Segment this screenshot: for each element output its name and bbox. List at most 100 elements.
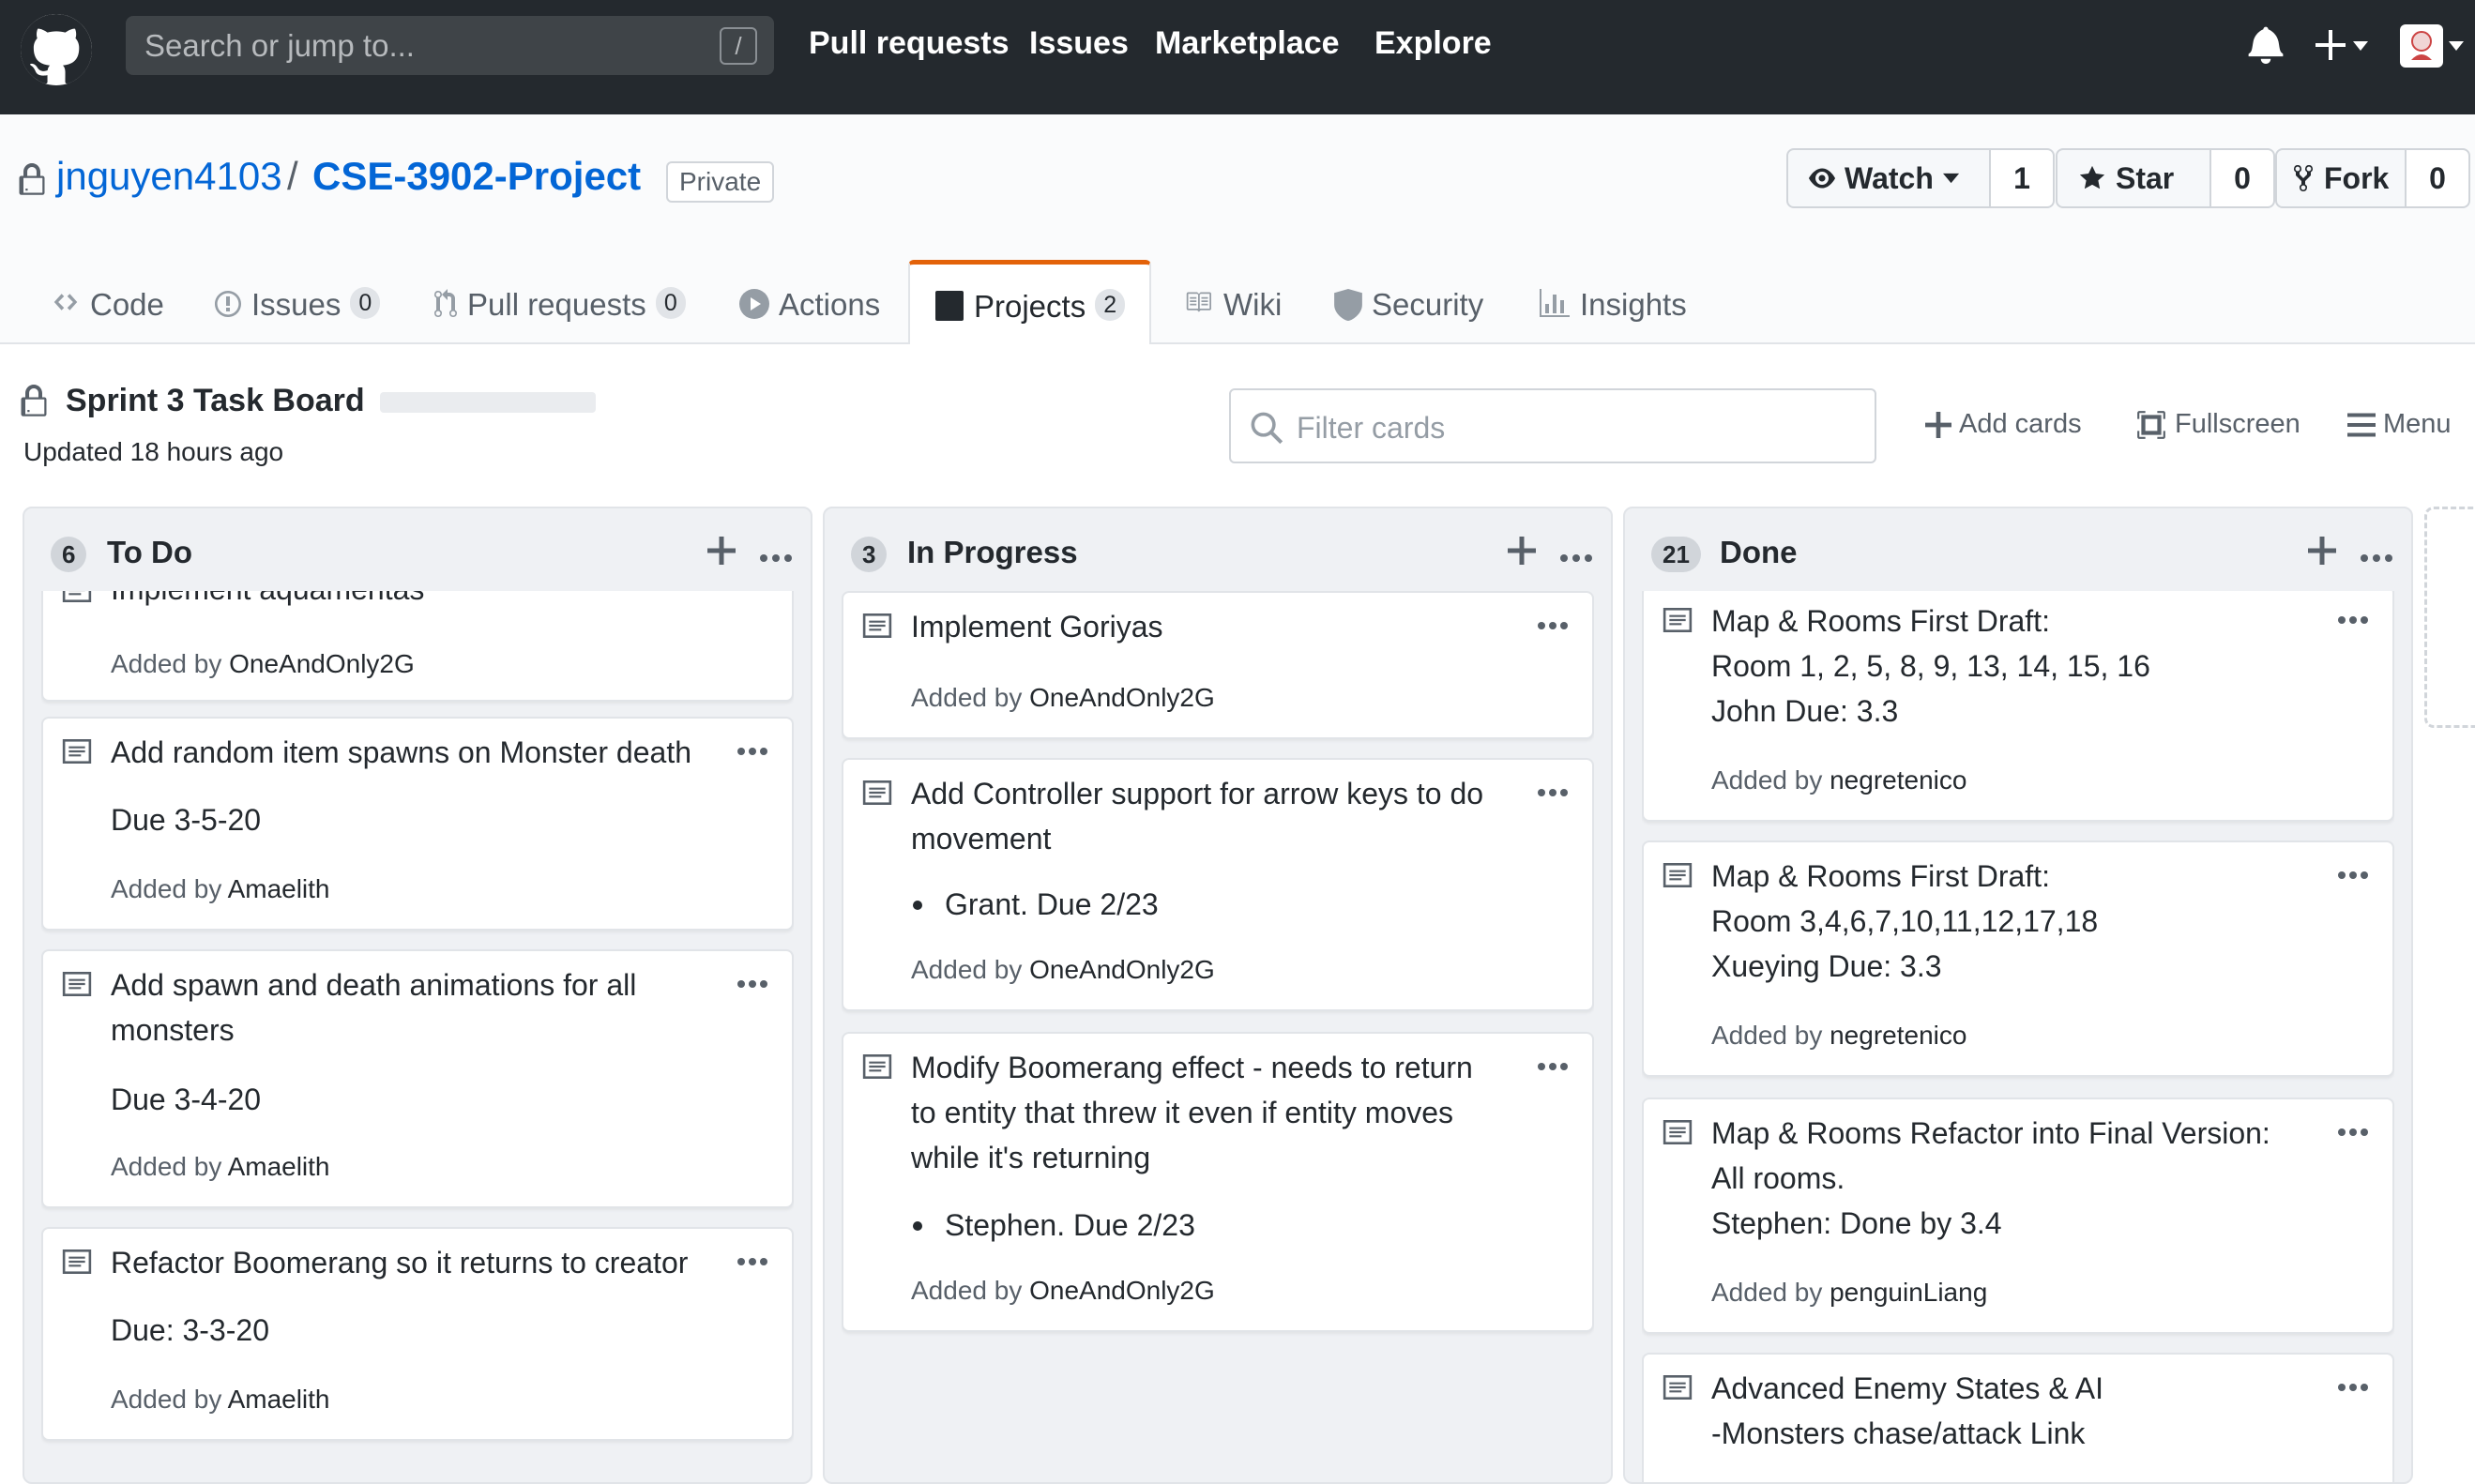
tab-issues[interactable]: Issues 0 — [214, 272, 381, 345]
card-title: Map & Rooms Refactor into Final Version:… — [1711, 1116, 2270, 1240]
note-icon — [62, 591, 92, 607]
project-lock-icon — [21, 385, 47, 423]
card-menu-dots-icon[interactable] — [1538, 617, 1568, 634]
star-button-group: Star 0 — [2056, 148, 2275, 208]
repo-owner-link[interactable]: jnguyen4103 — [56, 154, 282, 199]
card[interactable]: Map & Rooms First Draft: Room 3,4,6,7,10… — [1642, 840, 2394, 1077]
fork-button[interactable]: Fork — [2275, 148, 2407, 208]
tab-label: Projects — [974, 289, 1086, 324]
column-card-count: 3 — [851, 537, 888, 572]
star-button[interactable]: Star — [2056, 148, 2211, 208]
add-column-placeholder[interactable] — [2424, 507, 2475, 728]
nav-explore[interactable]: Explore — [1374, 25, 1492, 62]
card[interactable]: Implement Goriyas Added by OneAndOnly2G — [842, 591, 1594, 739]
card[interactable]: Add spawn and death animations for all m… — [41, 949, 794, 1208]
avatar[interactable] — [2398, 23, 2466, 69]
card[interactable]: Map & Rooms First Draft: Room 1, 2, 5, 8… — [1642, 591, 2394, 822]
slash-shortcut-key: / — [720, 27, 757, 65]
column-title: To Do — [107, 535, 193, 569]
card-menu-dots-icon[interactable] — [2338, 612, 2368, 628]
card[interactable]: Refactor Boomerang so it returns to crea… — [41, 1227, 794, 1441]
card-author-link[interactable]: OneAndOnly2G — [1029, 955, 1215, 984]
column-kebab-icon[interactable] — [1560, 550, 1592, 567]
card[interactable]: Advanced Enemy States & AI -Monsters cha… — [1642, 1353, 2394, 1482]
play-icon — [739, 289, 769, 319]
card-menu-dots-icon[interactable] — [1538, 784, 1568, 801]
github-logo-icon[interactable] — [21, 14, 92, 85]
hamburger-icon — [2347, 413, 2376, 436]
fullscreen-button[interactable]: Fullscreen — [2135, 409, 2300, 440]
repo-name-link[interactable]: CSE-3902-Project — [312, 154, 641, 199]
add-card-plus-icon[interactable] — [707, 537, 736, 569]
tab-code[interactable]: Code — [51, 272, 164, 345]
menu-button[interactable]: Menu — [2347, 409, 2452, 440]
note-icon — [862, 613, 892, 643]
card[interactable]: Map & Rooms Refactor into Final Version:… — [1642, 1098, 2394, 1334]
card-author-link[interactable]: penguinLiang — [1830, 1278, 1987, 1307]
card-author-link[interactable]: Amaelith — [228, 1152, 330, 1181]
tab-label: Security — [1372, 287, 1484, 322]
filter-cards-input[interactable]: Filter cards — [1229, 388, 1876, 463]
fork-label: Fork — [2324, 160, 2390, 195]
card-menu-dots-icon[interactable] — [737, 591, 767, 593]
card-author-link[interactable]: negretenico — [1830, 1021, 1966, 1050]
card-author-link[interactable]: OneAndOnly2G — [1029, 1276, 1215, 1305]
tab-label: Pull requests — [467, 287, 646, 322]
repo-header: jnguyen4103 / CSE-3902-Project Private W… — [0, 114, 2475, 344]
card[interactable]: Add random item spawns on Monster death … — [41, 717, 794, 931]
card[interactable]: Add Controller support for arrow keys to… — [842, 758, 1594, 1011]
tab-security[interactable]: Security — [1334, 272, 1483, 345]
card-author-link[interactable]: Amaelith — [228, 1385, 330, 1414]
tab-wiki[interactable]: Wiki — [1182, 272, 1282, 345]
watch-button[interactable]: Watch — [1786, 148, 1991, 208]
column-kebab-icon[interactable] — [760, 550, 792, 567]
card-added-by: Added by Amaelith — [111, 874, 330, 903]
tab-counter: 2 — [1095, 289, 1126, 321]
card-author-link[interactable]: OneAndOnly2G — [229, 649, 415, 678]
card-author-link[interactable]: negretenico — [1830, 765, 1966, 795]
add-cards-button[interactable]: Add cards — [1925, 409, 2082, 440]
tab-insights[interactable]: Insights — [1539, 272, 1687, 345]
add-card-plus-icon[interactable] — [2308, 537, 2336, 569]
fork-count[interactable]: 0 — [2407, 148, 2470, 208]
star-count[interactable]: 0 — [2211, 148, 2275, 208]
fork-icon — [2294, 164, 2313, 192]
card-title: Refactor Boomerang so it returns to crea… — [111, 1246, 689, 1280]
card-menu-dots-icon[interactable] — [737, 976, 767, 992]
add-card-plus-icon[interactable] — [1508, 537, 1536, 569]
lock-icon — [19, 163, 45, 202]
tab-projects[interactable]: Projects 2 — [908, 260, 1152, 344]
column-to-do: 6 To Do Implement aquamentas Added by On… — [23, 507, 812, 1484]
card-menu-dots-icon[interactable] — [2338, 1379, 2368, 1396]
watch-count[interactable]: 1 — [1991, 148, 2055, 208]
card[interactable]: Implement aquamentas Added by OneAndOnly… — [41, 591, 794, 702]
search-input[interactable]: Search or jump to... / — [126, 16, 774, 75]
card-author-link[interactable]: Amaelith — [228, 874, 330, 903]
screen-full-icon — [2137, 410, 2165, 439]
card-title: Advanced Enemy States & AI -Monsters cha… — [1711, 1371, 2104, 1450]
note-icon — [862, 780, 892, 810]
column-header: 3 In Progress — [825, 508, 1611, 591]
card-author-link[interactable]: OneAndOnly2G — [1029, 683, 1215, 712]
card-menu-dots-icon[interactable] — [737, 743, 767, 760]
nav-pull-requests[interactable]: Pull requests — [809, 25, 1010, 62]
create-new-icon[interactable] — [2314, 26, 2370, 64]
card-menu-dots-icon[interactable] — [2338, 867, 2368, 884]
column-kebab-icon[interactable] — [2361, 550, 2392, 567]
column-in-progress: 3 In Progress Implement Goriyas Added by… — [823, 507, 1613, 1484]
card[interactable]: Modify Boomerang effect - needs to retur… — [842, 1032, 1594, 1332]
card-added-by: Added by negretenico — [1711, 765, 1967, 795]
nav-marketplace[interactable]: Marketplace — [1155, 25, 1340, 62]
column-cards: Map & Rooms First Draft: Room 1, 2, 5, 8… — [1642, 591, 2394, 1482]
tab-actions[interactable]: Actions — [739, 272, 880, 345]
project-title: Sprint 3 Task Board — [66, 383, 365, 418]
column-title: In Progress — [907, 535, 1078, 569]
card-menu-dots-icon[interactable] — [1538, 1058, 1568, 1075]
card-menu-dots-icon[interactable] — [737, 1253, 767, 1270]
tab-pull-requests[interactable]: Pull requests 0 — [433, 272, 686, 345]
graph-icon — [1540, 289, 1570, 317]
column-done: 21 Done Map & Rooms First Draft: Room 1,… — [1623, 507, 2413, 1484]
bell-icon[interactable] — [2248, 24, 2284, 64]
nav-issues[interactable]: Issues — [1029, 25, 1129, 62]
card-menu-dots-icon[interactable] — [2338, 1124, 2368, 1141]
